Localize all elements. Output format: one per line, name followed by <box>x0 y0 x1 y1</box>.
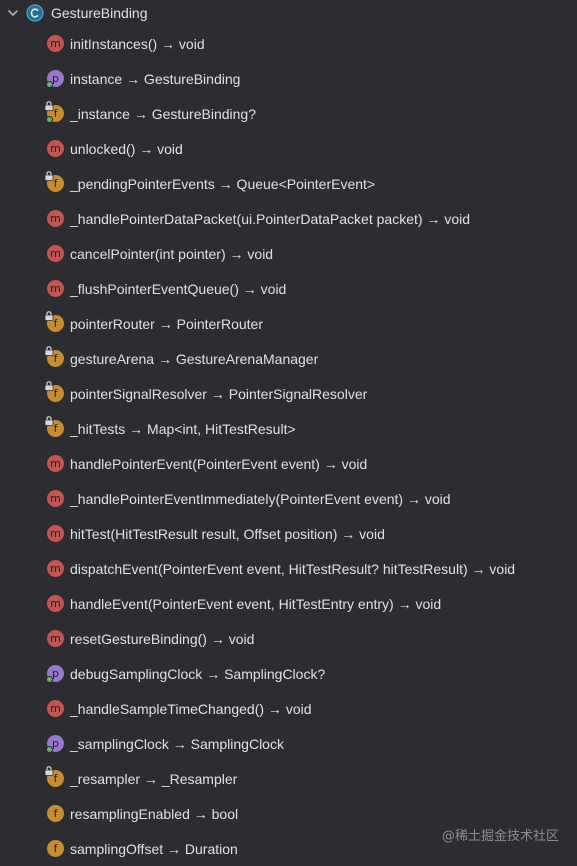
tree-item[interactable]: m _handleSampleTimeChanged() → void <box>0 691 577 726</box>
method-icon: m <box>47 280 64 297</box>
tree-item-label: _instance → GestureBinding? <box>70 105 256 122</box>
visibility-dot-icon <box>46 746 53 753</box>
tree-item[interactable]: f pointerSignalResolver → PointerSignalRe… <box>0 376 577 411</box>
tree-item-label: handleEvent(PointerEvent event, HitTestE… <box>70 595 442 612</box>
method-icon: m <box>47 245 64 262</box>
tree-item[interactable]: f _hitTests → Map<int, HitTestResult> <box>0 411 577 446</box>
tree-item-label: pointerSignalResolver → PointerSignalRes… <box>70 385 368 402</box>
tree-item-label: _handlePointerEventImmediately(PointerEv… <box>70 490 451 507</box>
method-icon: m <box>47 35 64 52</box>
tree-item-label: _resampler → _Resampler <box>70 770 238 787</box>
member-list: m initInstances() → void p instance → Gestu… <box>0 26 577 866</box>
tree-item-label: _hitTests → Map<int, HitTestResult> <box>70 420 296 437</box>
tree-item[interactable]: f pointerRouter → PointerRouter <box>0 306 577 341</box>
method-icon: m <box>47 490 64 507</box>
tree-item-label: cancelPointer(int pointer) → void <box>70 245 274 262</box>
tree-item[interactable]: m _handlePointerEventImmediately(PointerE… <box>0 481 577 516</box>
tree-item-label: hitTest(HitTestResult result, Offset pos… <box>70 525 385 542</box>
tree-item[interactable]: f gestureArena → GestureArenaManager <box>0 341 577 376</box>
tree-item[interactable]: m resetGestureBinding() → void <box>0 621 577 656</box>
method-icon: m <box>47 595 64 612</box>
property-icon: p <box>46 665 64 683</box>
tree-root-gesturebinding[interactable]: GestureBinding <box>0 0 577 26</box>
tree-item[interactable]: m dispatchEvent(PointerEvent event, HitTe… <box>0 551 577 586</box>
tree-item-label: _samplingClock → SamplingClock <box>70 735 284 752</box>
field-icon: f <box>47 840 64 857</box>
field-icon: f <box>47 805 64 822</box>
tree-item-label: _handlePointerDataPacket(ui.PointerDataP… <box>70 210 470 227</box>
lock-icon <box>44 416 54 426</box>
tree-item-label: resamplingEnabled → bool <box>70 805 239 822</box>
lock-icon <box>44 766 54 776</box>
lock-icon <box>44 346 54 356</box>
tree-item[interactable]: p instance → GestureBinding <box>0 61 577 96</box>
tree-item-label: debugSamplingClock → SamplingClock? <box>70 665 326 682</box>
tree-item[interactable]: m cancelPointer(int pointer) → void <box>0 236 577 271</box>
field-icon: f <box>44 311 64 332</box>
field-icon: f <box>44 381 64 402</box>
method-icon: m <box>47 560 64 577</box>
watermark: @稀土掘金技术社区 <box>441 829 559 844</box>
tree-item[interactable]: m initInstances() → void <box>0 26 577 61</box>
field-icon: f <box>44 101 64 123</box>
chevron-down-icon[interactable] <box>6 6 20 20</box>
lock-icon <box>44 381 54 391</box>
tree-root-label: GestureBinding <box>51 5 148 21</box>
method-icon: m <box>47 630 64 647</box>
tree-item[interactable]: p debugSamplingClock → SamplingClock? <box>0 656 577 691</box>
tree-item-label: unlocked() → void <box>70 140 183 157</box>
tree-item[interactable]: m _flushPointerEventQueue() → void <box>0 271 577 306</box>
tree-item-label: handlePointerEvent(PointerEvent event) →… <box>70 455 368 472</box>
tree-item[interactable]: m unlocked() → void <box>0 131 577 166</box>
visibility-dot-icon <box>46 81 53 88</box>
structure-tree: GestureBinding m initInstances() → void p i… <box>0 0 577 866</box>
lock-icon <box>44 101 54 111</box>
tree-item-label: _flushPointerEventQueue() → void <box>70 280 287 297</box>
tree-item[interactable]: m handleEvent(PointerEvent event, HitTest… <box>0 586 577 621</box>
class-icon <box>26 4 44 22</box>
tree-item[interactable]: p _samplingClock → SamplingClock <box>0 726 577 761</box>
method-icon: m <box>47 455 64 472</box>
field-icon: f <box>44 171 64 192</box>
method-icon: m <box>47 700 64 717</box>
lock-icon <box>44 311 54 321</box>
tree-item-label: initInstances() → void <box>70 35 205 52</box>
tree-item[interactable]: m hitTest(HitTestResult result, Offset po… <box>0 516 577 551</box>
tree-item-label: _handleSampleTimeChanged() → void <box>70 700 312 717</box>
tree-item-label: gestureArena → GestureArenaManager <box>70 350 319 367</box>
tree-item-label: instance → GestureBinding <box>70 70 241 87</box>
lock-icon <box>44 171 54 181</box>
tree-item[interactable]: f _resampler → _Resampler <box>0 761 577 796</box>
property-icon: p <box>46 70 64 88</box>
method-icon: m <box>47 210 64 227</box>
field-icon: f <box>44 416 64 437</box>
tree-item[interactable]: f _pendingPointerEvents → Queue<PointerEv… <box>0 166 577 201</box>
field-icon: f <box>44 766 64 787</box>
field-icon: f <box>44 346 64 367</box>
tree-item-label: resetGestureBinding() → void <box>70 630 255 647</box>
visibility-dot-icon <box>46 116 53 123</box>
tree-item-label: dispatchEvent(PointerEvent event, HitTes… <box>70 560 516 577</box>
property-icon: p <box>46 735 64 753</box>
tree-item[interactable]: f _instance → GestureBinding? <box>0 96 577 131</box>
visibility-dot-icon <box>46 676 53 683</box>
method-icon: m <box>47 525 64 542</box>
tree-item-label: pointerRouter → PointerRouter <box>70 315 263 332</box>
tree-item[interactable]: m _handlePointerDataPacket(ui.PointerData… <box>0 201 577 236</box>
method-icon: m <box>47 140 64 157</box>
tree-item-label: samplingOffset → Duration <box>70 840 238 857</box>
tree-item-label: _pendingPointerEvents → Queue<PointerEve… <box>70 175 376 192</box>
tree-item[interactable]: m handlePointerEvent(PointerEvent event) … <box>0 446 577 481</box>
